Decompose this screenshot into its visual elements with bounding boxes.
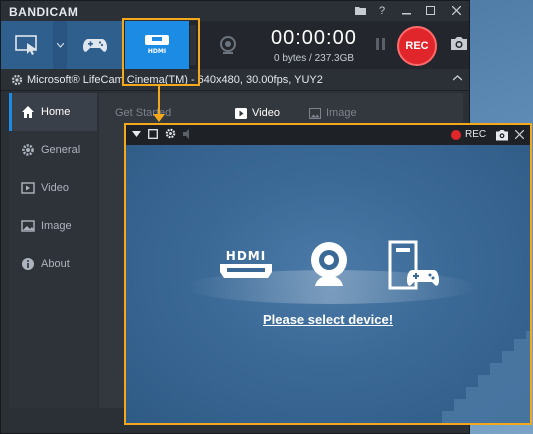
close-icon: [451, 5, 461, 16]
pause-button[interactable]: [373, 38, 387, 52]
pause-bar: [381, 38, 385, 50]
sidebar: Home General Video Image About: [9, 93, 97, 408]
preview-rec-label: REC: [465, 129, 487, 140]
sidebar-item-general[interactable]: General: [9, 131, 97, 169]
sidebar-item-about[interactable]: About: [9, 245, 97, 283]
collapse-button[interactable]: [452, 73, 463, 84]
sidebar-item-video[interactable]: Video: [9, 169, 97, 207]
webcam-mode-button[interactable]: [196, 21, 260, 69]
preview-stage: HDMI Please select device!: [126, 145, 530, 423]
sidebar-item-label: General: [41, 144, 81, 156]
gear-icon: [11, 74, 23, 86]
preview-close-button[interactable]: [514, 127, 525, 142]
tab-label: Image: [326, 107, 357, 119]
callout-arrow-line: [158, 85, 160, 115]
webcam-device-icon[interactable]: [306, 240, 352, 288]
preview-controls: [132, 128, 193, 139]
image-icon: [21, 220, 35, 232]
hdmi-highlight-frame: [122, 18, 200, 86]
sidebar-item-label: Home: [41, 106, 71, 118]
record-timer: 00:00:00: [271, 27, 357, 49]
record-button[interactable]: REC: [397, 26, 437, 66]
sidebar-item-image[interactable]: Image: [9, 207, 97, 245]
select-device-link[interactable]: Please select device!: [126, 312, 530, 327]
sidebar-item-label: Image: [41, 220, 72, 232]
screen-mode-button[interactable]: [1, 21, 53, 69]
triangle-down-icon[interactable]: [132, 130, 141, 137]
info-icon: [22, 258, 34, 270]
sidebar-item-home[interactable]: Home: [9, 93, 97, 131]
callout-arrow-head: [153, 114, 165, 122]
video-icon: [21, 182, 35, 194]
gear-icon: [22, 144, 34, 156]
image-icon: [309, 107, 321, 119]
game-mode-button[interactable]: [67, 21, 123, 69]
minimize-button[interactable]: [395, 2, 417, 20]
svg-text:HDMI: HDMI: [226, 249, 266, 263]
tab-label: Video: [252, 107, 280, 119]
chevron-up-icon: [452, 75, 463, 81]
minimize-icon: [401, 13, 411, 15]
maximize-button[interactable]: [419, 2, 441, 20]
device-preview-window: REC HDMI Please select device!: [124, 123, 532, 425]
maximize-icon: [425, 6, 435, 15]
game-console-icon[interactable]: [388, 240, 440, 292]
camera-icon: [451, 37, 467, 50]
camera-icon[interactable]: [496, 129, 508, 141]
sidebar-item-label: Video: [41, 182, 69, 194]
window-icon[interactable]: [148, 128, 158, 139]
file-size-info: 0 bytes / 237.3GB: [274, 53, 355, 64]
app-logo: BANDICAM: [9, 5, 79, 19]
help-button[interactable]: ?: [371, 2, 393, 20]
speaker-icon[interactable]: [183, 128, 193, 139]
webcam-icon: [220, 36, 236, 54]
record-dot-icon: [451, 129, 461, 140]
folder-icon: [354, 7, 366, 15]
sidebar-item-label: About: [41, 258, 70, 270]
close-button[interactable]: [445, 2, 467, 20]
play-icon: [235, 107, 247, 119]
screenshot-button[interactable]: [450, 36, 468, 54]
preview-title-bar: REC: [126, 125, 530, 145]
hdmi-device-icon[interactable]: HDMI: [218, 248, 274, 284]
chevron-down-icon: [56, 42, 64, 48]
stair-decoration: [442, 331, 530, 423]
home-icon: [22, 106, 34, 118]
device-bar: Microsoft® LifeCam Cinema(TM) - 640x480,…: [1, 69, 469, 91]
gear-icon[interactable]: [165, 128, 176, 139]
gamepad-icon: [83, 39, 107, 52]
toolbar: HDMI 00:00:00 0 bytes / 237.3GB REC: [1, 21, 469, 69]
close-icon: [514, 129, 525, 140]
title-bar: BANDICAM ?: [1, 1, 469, 21]
folder-button[interactable]: [349, 2, 371, 20]
tab-video[interactable]: Video: [235, 107, 280, 119]
pause-bar: [375, 38, 379, 50]
screen-mode-dropdown[interactable]: [53, 21, 67, 69]
preview-record-button[interactable]: REC: [451, 129, 486, 140]
screen-rectangle-icon: [15, 35, 37, 55]
tab-image[interactable]: Image: [309, 107, 357, 119]
